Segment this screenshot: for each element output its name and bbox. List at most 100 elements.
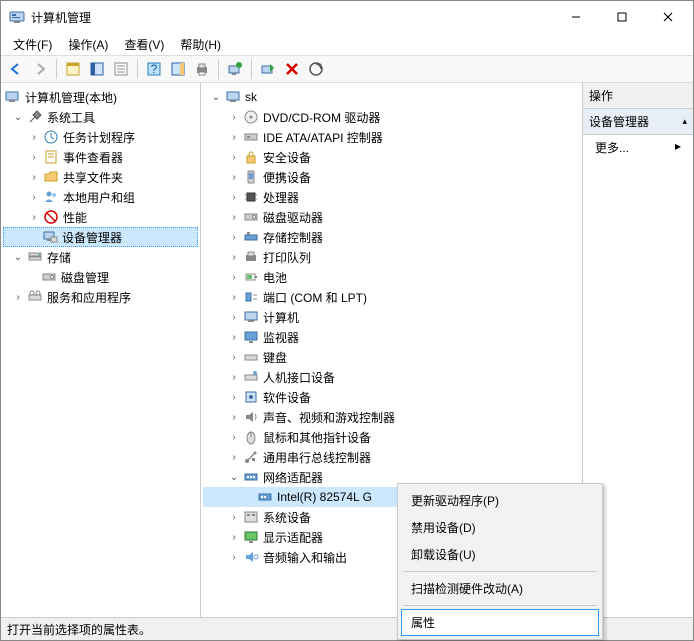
device-category-print_queues[interactable]: › 打印队列: [203, 247, 580, 267]
uninstall-device-button[interactable]: [281, 58, 303, 80]
expander-icon[interactable]: ›: [227, 210, 241, 224]
device-category-ports[interactable]: › 端口 (COM 和 LPT): [203, 287, 580, 307]
expander-icon[interactable]: ›: [227, 190, 241, 204]
properties-button[interactable]: [86, 58, 108, 80]
device-category-batteries[interactable]: › 电池: [203, 267, 580, 287]
expander-icon[interactable]: ›: [227, 370, 241, 384]
sound-icon: [243, 409, 259, 425]
device-label: IDE ATA/ATAPI 控制器: [263, 129, 383, 146]
expander-icon[interactable]: ›: [227, 290, 241, 304]
expander-icon[interactable]: ⌄: [209, 90, 223, 104]
actions-section[interactable]: 设备管理器 ▴: [583, 109, 693, 135]
forward-button[interactable]: [29, 58, 51, 80]
device-category-security[interactable]: › 安全设备: [203, 147, 580, 167]
tree-shared-folders[interactable]: ›共享文件夹: [3, 167, 198, 187]
export-list-button[interactable]: [110, 58, 132, 80]
expander-icon[interactable]: ›: [227, 530, 241, 544]
actions-more[interactable]: 更多... ▸: [583, 135, 693, 160]
event-icon: [43, 149, 59, 165]
device-root[interactable]: ⌄ sk: [203, 87, 580, 107]
scan-hardware-button[interactable]: [305, 58, 327, 80]
device-category-sound[interactable]: › 声音、视频和游戏控制器: [203, 407, 580, 427]
tree-storage[interactable]: ⌄ 存储: [3, 247, 198, 267]
ctx-update-driver[interactable]: 更新驱动程序(P): [401, 487, 599, 514]
status-text: 打开当前选择项的属性表。: [7, 621, 151, 638]
action-pane-button[interactable]: [167, 58, 189, 80]
show-hide-tree-button[interactable]: [62, 58, 84, 80]
device-category-storage_ctrl[interactable]: › 存储控制器: [203, 227, 580, 247]
device-label: 键盘: [263, 349, 287, 366]
expander-icon[interactable]: ›: [227, 330, 241, 344]
tree-root[interactable]: 计算机管理(本地): [3, 87, 198, 107]
expander-icon[interactable]: ⌄: [227, 470, 241, 484]
print-button[interactable]: [191, 58, 213, 80]
device-category-computer[interactable]: › 计算机: [203, 307, 580, 327]
close-button[interactable]: [645, 2, 691, 32]
tree-system-tools[interactable]: ⌄ 系统工具: [3, 107, 198, 127]
device-category-hid[interactable]: › 人机接口设备: [203, 367, 580, 387]
device-category-mouse[interactable]: › 鼠标和其他指针设备: [203, 427, 580, 447]
menu-file[interactable]: 文件(F): [7, 34, 58, 55]
expander-icon[interactable]: ⌄: [11, 250, 25, 264]
update-driver-button[interactable]: [224, 58, 246, 80]
ctx-separator: [403, 571, 597, 572]
tree-device-manager[interactable]: 设备管理器: [3, 227, 198, 247]
tree-local-users[interactable]: ›本地用户和组: [3, 187, 198, 207]
expander-icon[interactable]: ›: [227, 510, 241, 524]
storage-icon: [27, 249, 43, 265]
expander-icon[interactable]: ›: [227, 110, 241, 124]
minimize-button[interactable]: [553, 2, 599, 32]
hid-icon: [243, 369, 259, 385]
toolbar-separator: [218, 59, 219, 79]
device-category-processors[interactable]: › 处理器: [203, 187, 580, 207]
menu-view[interactable]: 查看(V): [118, 34, 170, 55]
expander-icon[interactable]: ›: [227, 350, 241, 364]
ctx-disable-device[interactable]: 禁用设备(D): [401, 514, 599, 541]
expander-icon[interactable]: ›: [27, 150, 41, 164]
tree-event-viewer[interactable]: ›事件查看器: [3, 147, 198, 167]
device-category-dvd[interactable]: › DVD/CD-ROM 驱动器: [203, 107, 580, 127]
expander-icon[interactable]: ›: [227, 170, 241, 184]
ctx-uninstall-device[interactable]: 卸载设备(U): [401, 541, 599, 568]
expander-icon[interactable]: ›: [27, 170, 41, 184]
ctx-properties[interactable]: 属性: [401, 609, 599, 636]
expander-icon[interactable]: ›: [27, 130, 41, 144]
device-category-usb[interactable]: › 通用串行总线控制器: [203, 447, 580, 467]
device-category-disk_drives[interactable]: › 磁盘驱动器: [203, 207, 580, 227]
expander-icon[interactable]: ›: [227, 410, 241, 424]
device-category-monitors[interactable]: › 监视器: [203, 327, 580, 347]
expander-icon[interactable]: ›: [227, 130, 241, 144]
expander-icon[interactable]: ›: [11, 290, 25, 304]
device-category-software_dev[interactable]: › 软件设备: [203, 387, 580, 407]
expander-icon[interactable]: ›: [227, 450, 241, 464]
expander-icon[interactable]: ›: [227, 150, 241, 164]
expander-icon[interactable]: ›: [227, 310, 241, 324]
help-button[interactable]: ?: [143, 58, 165, 80]
tree-disk-management[interactable]: 磁盘管理: [3, 267, 198, 287]
device-category-portable[interactable]: › 便携设备: [203, 167, 580, 187]
tree-task-scheduler[interactable]: ›任务计划程序: [3, 127, 198, 147]
toolbar: ?: [1, 55, 693, 83]
expander-icon[interactable]: ›: [27, 210, 41, 224]
expander-icon[interactable]: ›: [227, 230, 241, 244]
maximize-button[interactable]: [599, 2, 645, 32]
tree-performance[interactable]: ›性能: [3, 207, 198, 227]
device-category-keyboards[interactable]: › 键盘: [203, 347, 580, 367]
expander-icon[interactable]: ›: [227, 250, 241, 264]
device-category-ide[interactable]: › IDE ATA/ATAPI 控制器: [203, 127, 580, 147]
expander-icon[interactable]: ›: [227, 550, 241, 564]
expander-icon[interactable]: ›: [227, 390, 241, 404]
console-tree[interactable]: 计算机管理(本地) ⌄ 系统工具 ›任务计划程序: [1, 83, 201, 617]
tree-services-apps[interactable]: ›服务和应用程序: [3, 287, 198, 307]
expander-icon[interactable]: ›: [227, 270, 241, 284]
enable-device-button[interactable]: [257, 58, 279, 80]
ctx-scan-hardware[interactable]: 扫描检测硬件改动(A): [401, 575, 599, 602]
expander-icon[interactable]: ›: [227, 430, 241, 444]
expander-icon[interactable]: ›: [27, 190, 41, 204]
menu-help[interactable]: 帮助(H): [174, 34, 227, 55]
menu-action[interactable]: 操作(A): [62, 34, 114, 55]
expander-icon[interactable]: ⌄: [11, 110, 25, 124]
device-label: 电池: [263, 269, 287, 286]
computer-icon: [243, 309, 259, 325]
back-button[interactable]: [5, 58, 27, 80]
